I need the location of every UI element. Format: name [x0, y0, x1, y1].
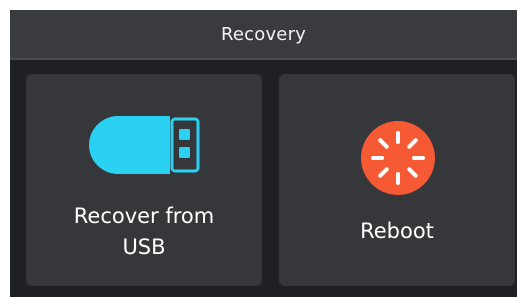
- recover-from-usb-label: Recover from USB: [73, 204, 215, 259]
- recover-from-usb-button[interactable]: Recover from USB: [26, 74, 262, 286]
- usb-drive-icon: [89, 116, 200, 174]
- title-bar: Recovery: [10, 10, 517, 58]
- recovery-screen: Recovery Recover from USB Reboot: [10, 10, 517, 297]
- reboot-label: Reboot: [360, 219, 434, 243]
- page-title: Recovery: [220, 23, 307, 45]
- reboot-button[interactable]: Reboot: [279, 74, 515, 286]
- reboot-spinner-icon: [361, 121, 435, 195]
- title-divider: [10, 58, 517, 60]
